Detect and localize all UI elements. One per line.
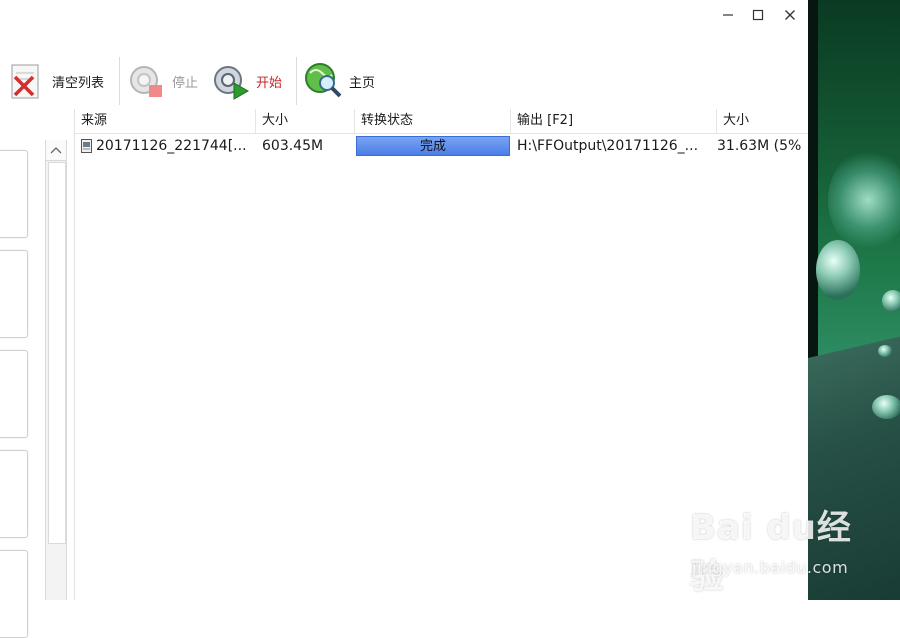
task-card[interactable] — [0, 550, 28, 638]
task-panel — [0, 140, 28, 638]
clear-list-button[interactable]: 清空列表 — [6, 52, 104, 110]
home-label: 主页 — [349, 75, 376, 91]
toolbar: 清空列表 停止 开始 主页 — [0, 52, 808, 112]
close-icon — [785, 10, 795, 20]
globe-magnifier-icon — [303, 61, 343, 101]
vertical-scrollbar[interactable] — [45, 140, 67, 600]
column-header-size[interactable]: 大小 — [256, 109, 355, 133]
task-card[interactable] — [0, 450, 28, 538]
clear-list-icon — [6, 61, 46, 101]
table-row[interactable]: 20171126_221744[... 603.45M 完成 H:\FFOutp… — [75, 135, 809, 157]
column-header-source[interactable]: 来源 — [75, 109, 256, 133]
task-card[interactable] — [0, 250, 28, 338]
watermark-brand: Bai du经验 — [690, 508, 852, 597]
clear-list-label: 清空列表 — [52, 75, 105, 91]
list-header: 来源 大小 转换状态 输出 [F2] 大小 — [75, 109, 809, 134]
start-label: 开始 — [256, 75, 283, 91]
scroll-up-button[interactable] — [46, 140, 66, 161]
stop-icon — [126, 61, 166, 101]
status-progress-bar: 完成 — [356, 136, 510, 156]
toolbar-divider — [296, 57, 297, 105]
scrollbar-thumb[interactable] — [48, 162, 66, 544]
minimize-button[interactable] — [712, 0, 744, 30]
task-card[interactable] — [0, 150, 28, 238]
watermark: Bai du经验 jingyan.baidu.com — [690, 500, 860, 597]
home-button[interactable]: 主页 — [303, 52, 375, 110]
file-icon — [81, 135, 93, 157]
source-size: 603.45M — [262, 138, 324, 154]
task-card[interactable] — [0, 350, 28, 438]
source-filename: 20171126_221744[... — [96, 138, 247, 154]
stop-label: 停止 — [172, 75, 199, 91]
stop-button[interactable]: 停止 — [126, 52, 198, 110]
maximize-icon — [752, 9, 764, 21]
close-button[interactable] — [774, 0, 806, 30]
maximize-button[interactable] — [742, 0, 774, 30]
column-header-output-size[interactable]: 大小 — [717, 109, 809, 133]
chevron-up-icon — [50, 147, 62, 154]
watermark-url: jingyan.baidu.com — [692, 558, 849, 577]
minimize-icon — [723, 14, 733, 16]
column-header-output[interactable]: 输出 [F2] — [511, 109, 717, 133]
output-path[interactable]: H:\FFOutput\20171126_... — [517, 135, 713, 157]
start-icon — [210, 61, 250, 101]
output-size: 31.63M (5% — [717, 138, 802, 154]
column-header-status[interactable]: 转换状态 — [355, 109, 511, 133]
toolbar-divider — [119, 57, 120, 105]
start-button[interactable]: 开始 — [210, 52, 282, 110]
